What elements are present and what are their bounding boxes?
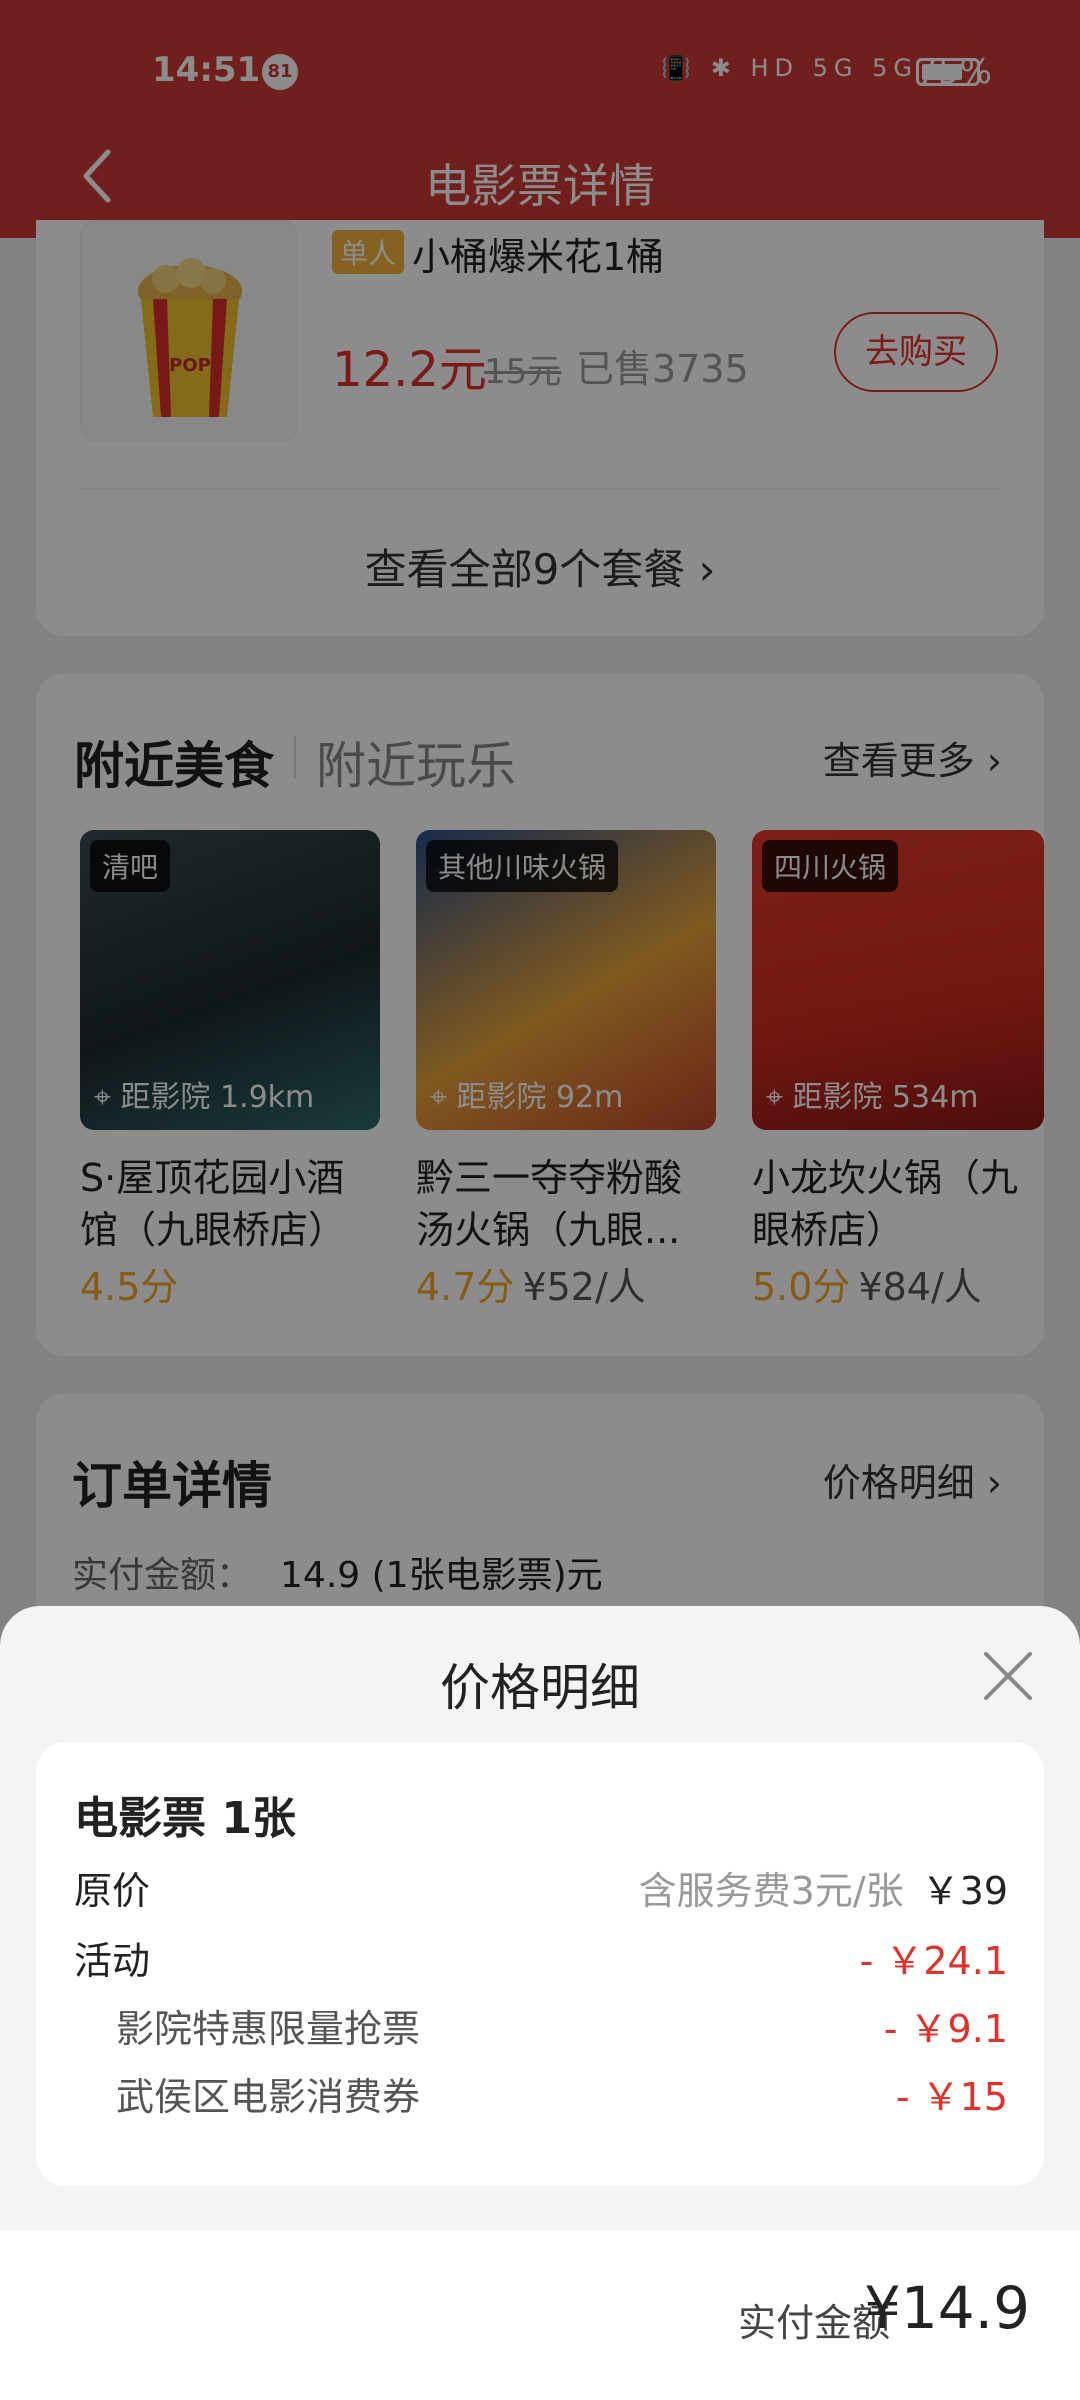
row-value: - ￥9.1 <box>883 2007 1008 2051</box>
row-label: 武侯区电影消费券 <box>116 2075 421 2119</box>
row-label: 原价 <box>74 1869 151 1913</box>
sheet-title: 价格明细 <box>440 1659 640 1717</box>
row-value: 含服务费3元/张 ￥39 <box>638 1869 1008 1913</box>
pay-amount: ¥14.9 <box>863 2274 1030 2342</box>
row-value: - ￥15 <box>895 2075 1008 2119</box>
price-detail-box: 电影票 1张 原价 含服务费3元/张 ￥39 活动 - ￥24.1 影院特惠限量抢… <box>36 1742 1044 2186</box>
pay-bar: 实付金额 ¥14.9 <box>0 2230 1080 2400</box>
close-icon[interactable] <box>980 1648 1036 1704</box>
price-detail-sheet: 价格明细 电影票 1张 原价 含服务费3元/张 ￥39 活动 - ￥24.1 影院… <box>0 1606 1080 2400</box>
row-label: 活动 <box>74 1939 151 1983</box>
ticket-title: 电影票 1张 <box>74 1793 296 1844</box>
row-label: 影院特惠限量抢票 <box>116 2007 421 2051</box>
row-value: - ￥24.1 <box>859 1939 1008 1983</box>
service-fee-note: 含服务费3元/张 <box>638 1869 904 1913</box>
